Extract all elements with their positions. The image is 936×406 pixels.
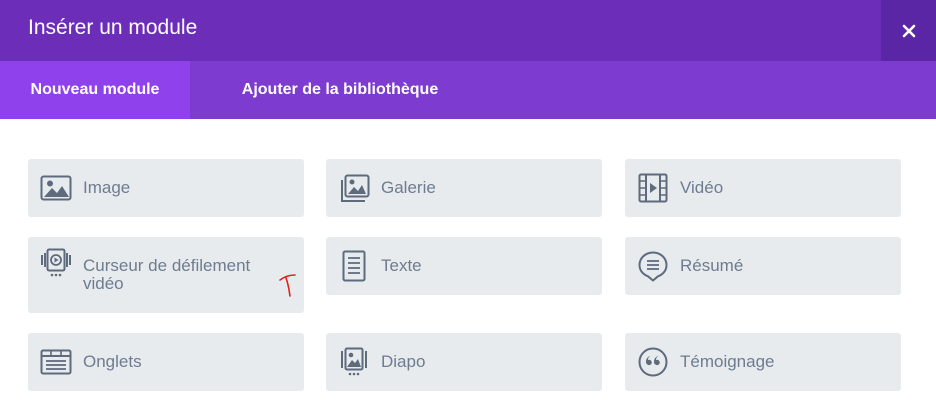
module-label: Curseur de défilement vidéo [83,256,251,293]
video-slider-icon [41,248,71,277]
module-label: Onglets [83,352,142,371]
module-blurb[interactable]: Résumé [625,237,901,295]
close-icon [902,24,915,37]
tabs-icon [40,349,72,375]
blurb-icon [638,251,668,282]
red-annotation-mark [279,274,296,297]
module-label: Texte [381,256,422,275]
text-icon [342,250,366,282]
tab-add-from-library[interactable]: Ajouter de la bibliothèque [190,61,490,119]
module-video[interactable]: Vidéo [625,159,901,217]
video-icon [638,173,668,203]
module-video-slider[interactable]: Curseur de défilement vidéo [28,237,304,313]
module-tabs[interactable]: Onglets [28,333,304,391]
module-label: Galerie [381,178,436,197]
modal-header: Insérer un module [0,0,936,61]
tab-new-module[interactable]: Nouveau module [0,61,190,119]
module-label: Image [83,178,131,197]
testimonial-icon [638,347,668,377]
tab-bar: Nouveau module Ajouter de la bibliothèqu… [0,61,936,119]
module-label: Diapo [381,352,426,371]
image-icon [40,175,72,201]
module-text[interactable]: Texte [326,237,602,295]
module-image[interactable]: Image [28,159,304,217]
module-label: Témoignage [680,352,775,371]
module-label: Vidéo [680,178,724,197]
close-button[interactable] [881,0,936,61]
slider-icon [341,347,367,376]
module-gallery[interactable]: Galerie [326,159,602,217]
modal-title: Insérer un module [28,16,198,39]
module-slider[interactable]: Diapo [326,333,602,391]
module-label: Résumé [680,256,744,275]
module-testimonial[interactable]: Témoignage [625,333,901,391]
gallery-icon [341,174,370,202]
